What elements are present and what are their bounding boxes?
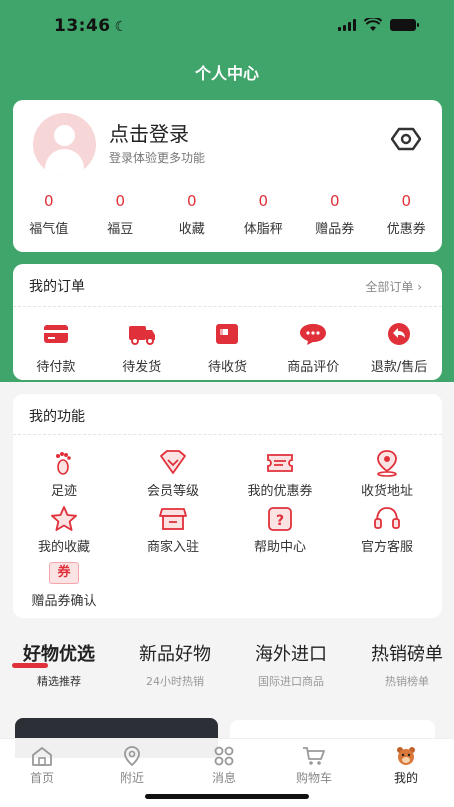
stat-fuqi[interactable]: 0 福气值 [13,192,85,237]
gift-voucher-icon: 券 [49,562,79,584]
tabbar-mine[interactable]: 我的 [376,745,436,786]
wifi-icon [364,18,382,31]
stat-coupon[interactable]: 0 优惠券 [371,192,443,237]
orders-card: 我的订单 全部订单 › 待付款 待发货 待收货 商品评价 退款/售后 [13,264,442,380]
func-gift-voucher-confirm[interactable]: 券 赠品券确认 [14,562,114,609]
my-icon [397,747,415,765]
order-reviews[interactable]: 商品评价 [270,322,356,375]
tab-overseas-import[interactable]: 海外进口 国际进口商品 [236,640,346,689]
page-title: 个人中心 [194,64,259,83]
stat-gift-voucher[interactable]: 0 赠品券 [299,192,371,237]
stats-row: 0 福气值 0 福豆 0 收藏 0 体脂秤 0 赠品券 0 优惠券 [13,192,442,237]
profile-card: 点击登录 登录体验更多功能 0 福气值 0 福豆 0 收藏 0 体脂秤 0 赠品券 0 优惠… [13,100,442,252]
avatar[interactable] [33,113,96,176]
battery-icon [390,19,419,31]
message-icon [214,746,234,766]
order-pending-receipt[interactable]: 待收货 [185,322,271,375]
home-indicator [145,794,309,799]
wallet-icon [43,325,68,343]
func-my-coupons[interactable]: 我的优惠券 [230,449,330,499]
tabbar-home[interactable]: 首页 [12,745,72,786]
order-pending-payment[interactable]: 待付款 [13,322,99,375]
status-time: 13:46 ☾ [54,16,128,36]
func-merchant-join[interactable]: 商家入驻 [123,505,223,555]
order-status-row: 待付款 待发货 待收货 商品评价 退款/售后 [13,322,442,375]
login-subtitle: 登录体验更多功能 [109,151,206,165]
footprint-icon [56,452,71,475]
stat-fudou[interactable]: 0 福豆 [85,192,157,237]
store-icon [159,508,187,530]
orders-title: 我的订单 [29,279,85,295]
status-icons [338,18,419,32]
stat-body-scale[interactable]: 0 体脂秤 [228,192,300,237]
func-help-center[interactable]: ? 帮助中心 [230,505,330,555]
help-icon: ? [268,507,292,531]
status-bar: 13:46 ☾ [0,0,454,50]
tab-hot-sellers[interactable]: 热销磅单 热销榜单 [352,640,454,689]
headset-icon [374,507,400,529]
package-icon [216,324,239,344]
func-customer-service[interactable]: 官方客服 [337,505,437,555]
functions-title: 我的功能 [29,409,85,425]
svg-text:?: ? [276,513,284,529]
functions-card: 我的功能 足迹 会员等级 我的优惠券 收货地址 我的收藏 商家入驻 ? 帮助中心… [13,394,442,618]
func-address[interactable]: 收货地址 [337,449,437,499]
func-vip[interactable]: 会员等级 [123,449,223,499]
comment-icon [300,324,327,345]
login-link[interactable]: 点击登录 [109,118,189,147]
coupon-icon [267,454,293,472]
tabbar-cart[interactable]: 购物车 [284,745,344,786]
tabbar-nearby[interactable]: 附近 [102,745,162,786]
active-tab-underline [12,663,48,668]
vip-icon [160,450,186,474]
chevron-right-icon: › [417,280,422,294]
order-pending-shipment[interactable]: 待发货 [99,322,185,375]
home-icon [32,747,52,766]
cart-icon [303,747,325,765]
func-footprint[interactable]: 足迹 [14,449,114,499]
stat-favorites[interactable]: 0 收藏 [156,192,228,237]
tab-best-picks[interactable]: 好物优选 精选推荐 [4,640,114,689]
order-refund[interactable]: 退款/售后 [356,322,442,375]
nearby-icon [124,746,140,767]
settings-icon[interactable] [390,127,422,151]
tabbar-messages[interactable]: 消息 [194,745,254,786]
tab-new-arrivals[interactable]: 新品好物 24小时热销 [120,640,230,689]
signal-icon [338,19,356,31]
moon-icon: ☾ [114,19,128,35]
category-tabs: 好物优选 精选推荐 新品好物 24小时热销 海外进口 国际进口商品 热销磅单 热… [0,640,454,700]
func-favorites[interactable]: 我的收藏 [14,505,114,555]
all-orders-link[interactable]: 全部订单 › [365,278,422,295]
location-icon [377,450,397,477]
truck-icon [128,326,155,345]
star-icon [51,506,77,531]
return-icon [388,323,411,345]
